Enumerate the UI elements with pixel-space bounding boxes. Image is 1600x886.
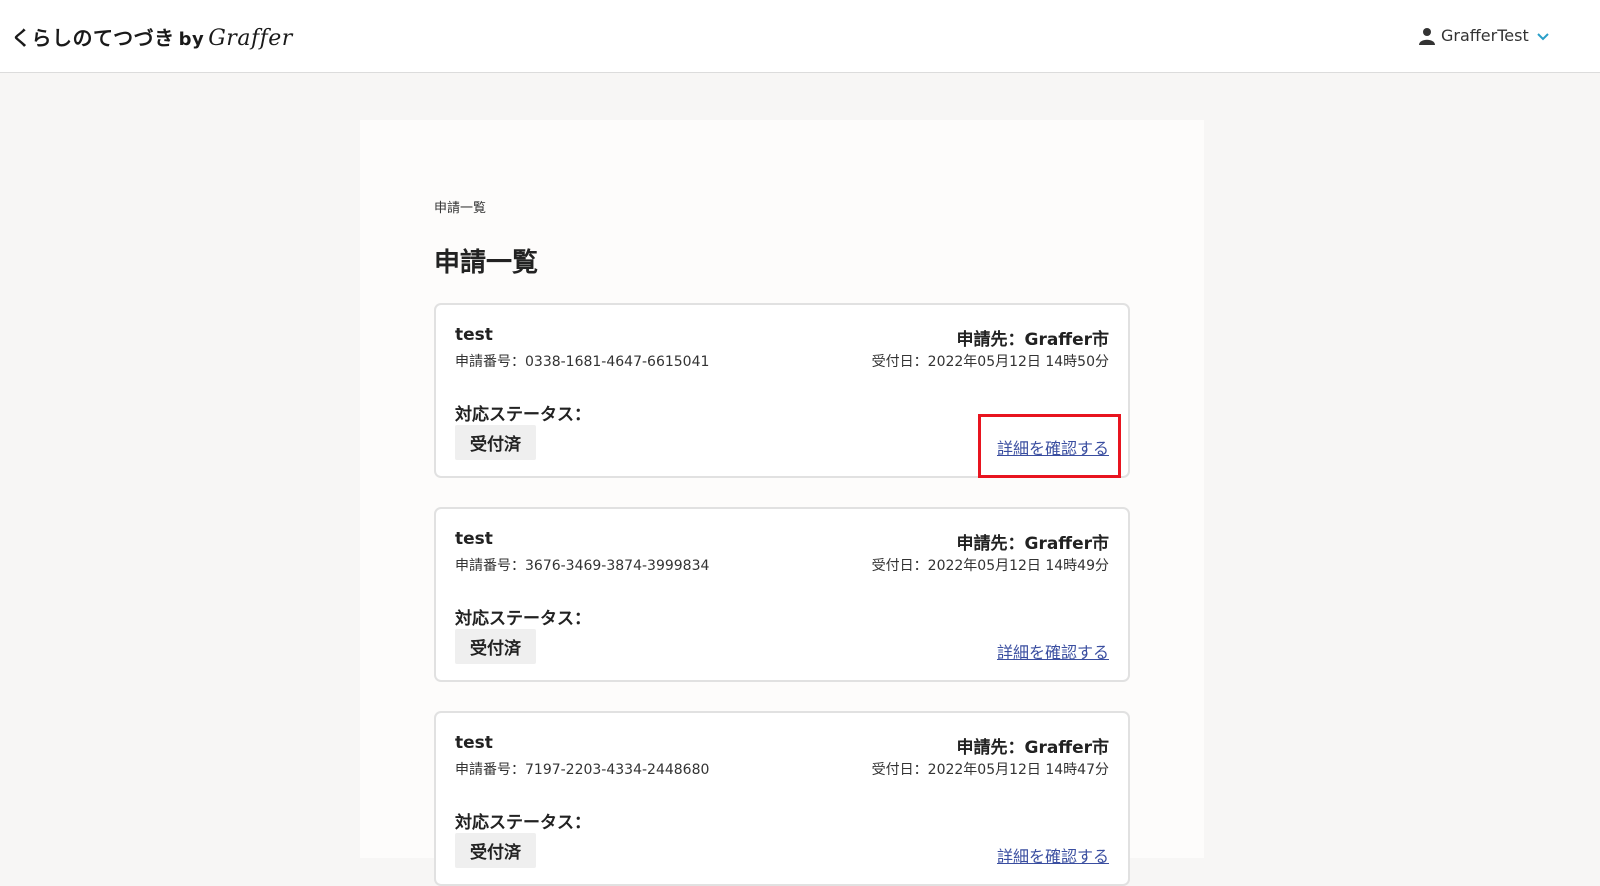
received-date: 受付日：2022年05月12日 14時47分 (871, 762, 1109, 778)
application-card: test 申請番号：0338-1681-4647-6615041 申請先：Gra… (434, 303, 1130, 478)
application-name: test (455, 733, 493, 753)
user-menu[interactable]: GrafferTest (1419, 26, 1551, 45)
status-label: 対応ステータス： (455, 813, 591, 833)
view-details-link[interactable]: 詳細を確認する (997, 843, 1109, 867)
application-number: 申請番号：3676-3469-3874-3999834 (455, 558, 710, 574)
page-title: 申請一覧 (434, 248, 539, 278)
received-date: 受付日：2022年05月12日 14時50分 (871, 354, 1109, 370)
application-destination: 申請先：Graffer市 (956, 534, 1110, 554)
site-logo[interactable]: くらしのてつづき by Graffer (11, 22, 293, 51)
view-details-link[interactable]: 詳細を確認する (997, 639, 1109, 663)
application-destination: 申請先：Graffer市 (956, 330, 1110, 350)
top-header: くらしのてつづき by Graffer GrafferTest (0, 0, 1600, 73)
application-card: test 申請番号：7197-2203-4334-2448680 申請先：Gra… (434, 711, 1130, 886)
logo-brand: Graffer (208, 26, 293, 51)
view-details-link[interactable]: 詳細を確認する (997, 435, 1109, 459)
application-destination: 申請先：Graffer市 (956, 738, 1110, 758)
status-label: 対応ステータス： (455, 609, 591, 629)
breadcrumb[interactable]: 申請一覧 (434, 197, 486, 216)
status-badge: 受付済 (455, 629, 536, 664)
application-name: test (455, 325, 493, 345)
received-date: 受付日：2022年05月12日 14時49分 (871, 558, 1109, 574)
application-name: test (455, 529, 493, 549)
main-panel: 申請一覧 申請一覧 test 申請番号：0338-1681-4647-66150… (360, 120, 1204, 886)
status-badge: 受付済 (455, 833, 536, 868)
status-label: 対応ステータス： (455, 405, 591, 425)
user-icon (1419, 27, 1435, 45)
logo-by: by (178, 29, 205, 50)
user-name: GrafferTest (1441, 26, 1529, 45)
application-card: test 申請番号：3676-3469-3874-3999834 申請先：Gra… (434, 507, 1130, 682)
logo-text: くらしのてつづき (11, 26, 175, 50)
application-number: 申請番号：7197-2203-4334-2448680 (455, 762, 710, 778)
status-badge: 受付済 (455, 425, 536, 460)
application-number: 申請番号：0338-1681-4647-6615041 (455, 354, 710, 370)
chevron-down-icon (1537, 32, 1549, 40)
